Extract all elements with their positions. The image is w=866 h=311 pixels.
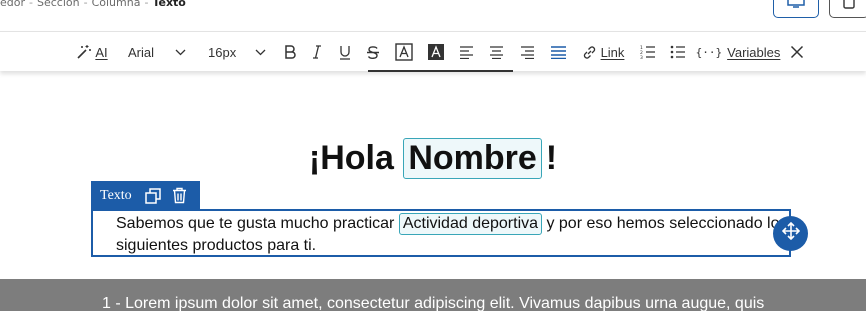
- bold-button[interactable]: [281, 32, 299, 72]
- svg-text:3: 3: [640, 55, 643, 59]
- align-right-button[interactable]: [518, 32, 536, 72]
- bold-icon: [284, 45, 296, 59]
- link-label: Link: [600, 44, 625, 60]
- breadcrumb-separator: -: [29, 0, 33, 9]
- chevron-down-icon: [255, 49, 266, 56]
- product-section: 1 - Lorem ipsum dolor sit amet, consecte…: [0, 279, 866, 311]
- align-left-button[interactable]: [457, 32, 475, 72]
- align-center-button[interactable]: [487, 32, 505, 72]
- background-color-button[interactable]: [425, 32, 447, 72]
- mobile-view-button[interactable]: [829, 0, 866, 18]
- breadcrumb-item[interactable]: Sección: [37, 0, 80, 9]
- move-icon: [781, 221, 800, 245]
- text-color-button[interactable]: [393, 32, 415, 72]
- font-size-select[interactable]: 16px: [200, 32, 270, 72]
- variable-tag-nombre[interactable]: Nombre: [403, 138, 542, 179]
- chevron-down-icon: [175, 49, 186, 56]
- desktop-icon: [787, 0, 805, 13]
- align-left-icon: [459, 45, 474, 59]
- text-formatting-toolbar: AI Arial 16px Link 1 2 3 {··} Variables: [0, 31, 866, 71]
- product-list-text[interactable]: 1 - Lorem ipsum dolor sit amet, consecte…: [102, 295, 764, 311]
- variables-icon: {··}: [695, 45, 723, 59]
- numbered-list-button[interactable]: 123: [638, 32, 658, 72]
- bulleted-list-icon: [670, 45, 686, 59]
- breadcrumb-current: Texto: [152, 0, 186, 9]
- underline-icon: [339, 45, 351, 60]
- breadcrumb-item[interactable]: edor: [0, 0, 25, 9]
- close-icon: [790, 45, 804, 59]
- font-family-select[interactable]: Arial: [120, 32, 192, 72]
- link-button[interactable]: Link: [580, 32, 626, 72]
- breadcrumb-separator: -: [83, 0, 88, 9]
- greeting-heading[interactable]: ¡Hola Nombre!: [0, 138, 866, 179]
- bulleted-list-button[interactable]: [668, 32, 688, 72]
- text-color-icon: [395, 43, 413, 61]
- variables-button[interactable]: {··} Variables: [695, 32, 781, 72]
- mobile-icon: [843, 0, 855, 14]
- font-size-value: 16px: [208, 44, 237, 60]
- italic-icon: [312, 45, 322, 59]
- desktop-view-button[interactable]: [773, 0, 819, 18]
- strikethrough-button[interactable]: [363, 32, 383, 72]
- close-toolbar-button[interactable]: [787, 32, 807, 72]
- block-type-label: Texto: [100, 187, 132, 203]
- breadcrumb: edor - Sección - Columna - Texto: [0, 0, 186, 12]
- ai-button[interactable]: AI: [72, 32, 112, 72]
- heading-suffix: !: [545, 139, 558, 177]
- font-family-value: Arial: [128, 44, 155, 60]
- breadcrumb-separator: -: [144, 0, 149, 9]
- breadcrumb-item[interactable]: Columna: [92, 0, 141, 9]
- variables-label: Variables: [727, 44, 781, 60]
- align-justify-icon: [550, 45, 567, 59]
- italic-button[interactable]: [308, 32, 326, 72]
- numbered-list-icon: 123: [640, 45, 656, 59]
- align-right-icon: [520, 45, 535, 59]
- heading-prefix: ¡Hola: [308, 139, 394, 177]
- paragraph-text-before: Sabemos que te gusta mucho practicar: [116, 215, 395, 232]
- move-block-button[interactable]: [773, 216, 808, 251]
- variable-tag-actividad[interactable]: Actividad deportiva: [398, 213, 543, 235]
- strikethrough-icon: [366, 45, 380, 60]
- trash-icon[interactable]: [172, 187, 187, 204]
- previous-text-underline: [368, 70, 513, 72]
- magic-wand-icon: [76, 44, 92, 60]
- align-justify-button[interactable]: [548, 32, 568, 72]
- ai-label: AI: [95, 44, 108, 60]
- text-block-tab: Texto: [91, 181, 200, 210]
- background-color-icon: [427, 43, 445, 61]
- selected-text-block[interactable]: Sabemos que te gusta mucho practicar Act…: [91, 209, 791, 257]
- underline-button[interactable]: [336, 32, 354, 72]
- duplicate-icon[interactable]: [144, 187, 161, 204]
- link-icon: [582, 45, 597, 60]
- align-center-icon: [489, 45, 504, 59]
